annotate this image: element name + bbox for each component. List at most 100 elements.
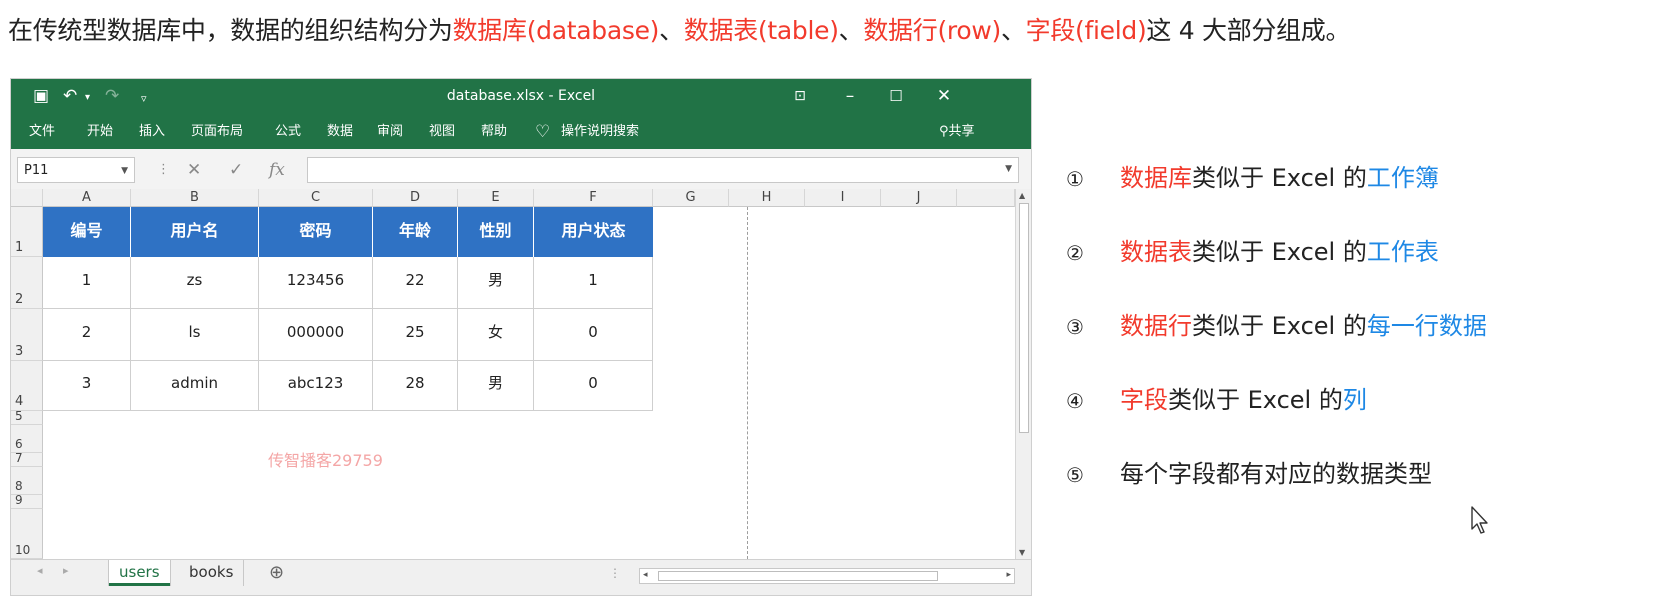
row-header[interactable]: 3 [11, 309, 43, 361]
table-cell[interactable]: 3 [43, 361, 131, 411]
enter-icon[interactable]: ✓ [229, 159, 243, 181]
header-cell[interactable]: 年龄 [373, 207, 458, 257]
menu-view[interactable]: 视图 [429, 115, 455, 149]
note-2: ② 数据表类似于 Excel 的工作表 [1066, 236, 1439, 269]
note-excel-term: 工作簿 [1366, 164, 1439, 192]
table-cell[interactable]: 25 [373, 309, 458, 361]
row-header[interactable]: 10 [11, 509, 43, 559]
formula-input[interactable]: ▼ [307, 157, 1019, 183]
column-header[interactable]: A [43, 189, 131, 207]
note-term: 数据行 [1120, 312, 1192, 340]
header-cell[interactable]: 用户名 [131, 207, 259, 257]
row-header[interactable]: 1 [11, 207, 43, 257]
table-cell[interactable]: 000000 [259, 309, 373, 361]
ribbon-menu: 文件 开始 插入 页面布局 公式 数据 审阅 视图 帮助 ♡ 操作说明搜索 ⚲共… [11, 115, 1031, 149]
scroll-left-icon[interactable]: ◂ [643, 570, 648, 580]
next-sheet-icon[interactable]: ▸ [63, 564, 69, 577]
share-label: 共享 [948, 124, 975, 139]
ribbon-display-icon[interactable]: ⊡ [785, 84, 815, 108]
prev-sheet-icon[interactable]: ◂ [37, 564, 43, 577]
headline-field: 字段(field) [1025, 16, 1147, 45]
page-break-line [747, 207, 748, 559]
select-all-corner[interactable] [11, 189, 43, 207]
close-icon[interactable]: ✕ [929, 84, 959, 108]
header-cell[interactable]: 编号 [43, 207, 131, 257]
table-cell[interactable]: admin [131, 361, 259, 411]
table-cell[interactable]: 0 [534, 361, 653, 411]
expand-formula-icon[interactable]: ▼ [1005, 164, 1012, 174]
header-cell[interactable]: 用户状态 [534, 207, 653, 257]
menu-review[interactable]: 审阅 [377, 115, 403, 149]
chevron-down-icon[interactable]: ▼ [121, 158, 128, 184]
menu-help[interactable]: 帮助 [481, 115, 507, 149]
menu-page-layout[interactable]: 页面布局 [191, 115, 243, 149]
column-header[interactable]: C [259, 189, 373, 207]
table-cell[interactable]: 28 [373, 361, 458, 411]
sheet-tab-books[interactable]: books [179, 560, 245, 586]
row-header[interactable]: 7 [11, 451, 43, 467]
column-header[interactable]: I [805, 189, 881, 207]
sheet-tab-users[interactable]: users [109, 560, 170, 586]
row-header[interactable]: 8 [11, 467, 43, 495]
table-cell[interactable]: zs [131, 257, 259, 309]
row-header[interactable]: 6 [11, 425, 43, 453]
header-cell[interactable]: 性别 [458, 207, 534, 257]
scroll-up-icon[interactable]: ▲ [1019, 191, 1025, 200]
note-term: 字段 [1120, 386, 1168, 414]
column-header[interactable] [957, 189, 1015, 207]
lightbulb-icon: ♡ [535, 122, 551, 142]
table-cell[interactable]: ls [131, 309, 259, 361]
add-sheet-icon[interactable]: ⊕ [269, 562, 284, 583]
column-header[interactable]: G [653, 189, 729, 207]
menu-file[interactable]: 文件 [29, 115, 55, 149]
table-cell[interactable]: 0 [534, 309, 653, 361]
headline-suffix: 这 4 大部分组成。 [1146, 16, 1351, 45]
column-header[interactable]: B [131, 189, 259, 207]
header-cell[interactable]: 密码 [259, 207, 373, 257]
row-header[interactable]: 4 [11, 361, 43, 411]
insert-function-icon[interactable]: fx [269, 159, 285, 181]
row-header[interactable]: 5 [11, 409, 43, 425]
tell-me-search[interactable]: 操作说明搜索 [561, 115, 639, 149]
vertical-scroll-thumb[interactable] [1019, 203, 1029, 433]
name-box[interactable]: P11 ▼ [17, 157, 135, 183]
table-cell[interactable]: 1 [534, 257, 653, 309]
menu-home[interactable]: 开始 [87, 115, 113, 149]
scroll-down-icon[interactable]: ▼ [1019, 548, 1025, 557]
table-cell[interactable]: 1 [43, 257, 131, 309]
table-cell[interactable]: 22 [373, 257, 458, 309]
more-icon: ⋮ [157, 162, 170, 177]
table-cell[interactable]: 女 [458, 309, 534, 361]
note-text: 类似于 Excel 的 [1192, 238, 1367, 266]
maximize-icon[interactable]: ☐ [881, 84, 911, 108]
note-number: ⑤ [1066, 463, 1084, 487]
column-header[interactable]: D [373, 189, 458, 207]
column-header[interactable]: J [881, 189, 957, 207]
horizontal-scrollbar[interactable]: ◂ ▸ [639, 568, 1015, 584]
minimize-icon[interactable]: – [835, 84, 865, 108]
split-handle[interactable]: ⋮ [609, 566, 621, 580]
table-cell[interactable]: 2 [43, 309, 131, 361]
document-title: database.xlsx - Excel [446, 88, 596, 104]
column-header[interactable]: H [729, 189, 805, 207]
row-header[interactable]: 2 [11, 257, 43, 309]
horizontal-scroll-thumb[interactable] [658, 571, 938, 581]
cancel-icon[interactable]: ✕ [187, 159, 201, 181]
worksheet-grid[interactable]: A B C D E F G H I J 1 2 3 4 5 6 7 8 9 10… [11, 189, 1031, 559]
column-header[interactable]: E [458, 189, 534, 207]
column-header[interactable]: F [534, 189, 653, 207]
table-cell[interactable]: 男 [458, 257, 534, 309]
table-cell[interactable]: 男 [458, 361, 534, 411]
note-text: 类似于 Excel 的 [1168, 386, 1343, 414]
note-excel-term: 工作表 [1366, 238, 1439, 266]
menu-formulas[interactable]: 公式 [275, 115, 301, 149]
scroll-right-icon[interactable]: ▸ [1006, 570, 1011, 580]
row-header[interactable]: 9 [11, 493, 43, 509]
table-cell[interactable]: 123456 [259, 257, 373, 309]
menu-data[interactable]: 数据 [327, 115, 353, 149]
share-button[interactable]: ⚲共享 [939, 115, 975, 149]
vertical-scrollbar[interactable]: ▲ ▼ [1015, 189, 1031, 559]
menu-insert[interactable]: 插入 [139, 115, 165, 149]
table-cell[interactable]: abc123 [259, 361, 373, 411]
headline: 在传统型数据库中，数据的组织结构分为数据库(database)、数据表(tabl… [8, 14, 1351, 48]
